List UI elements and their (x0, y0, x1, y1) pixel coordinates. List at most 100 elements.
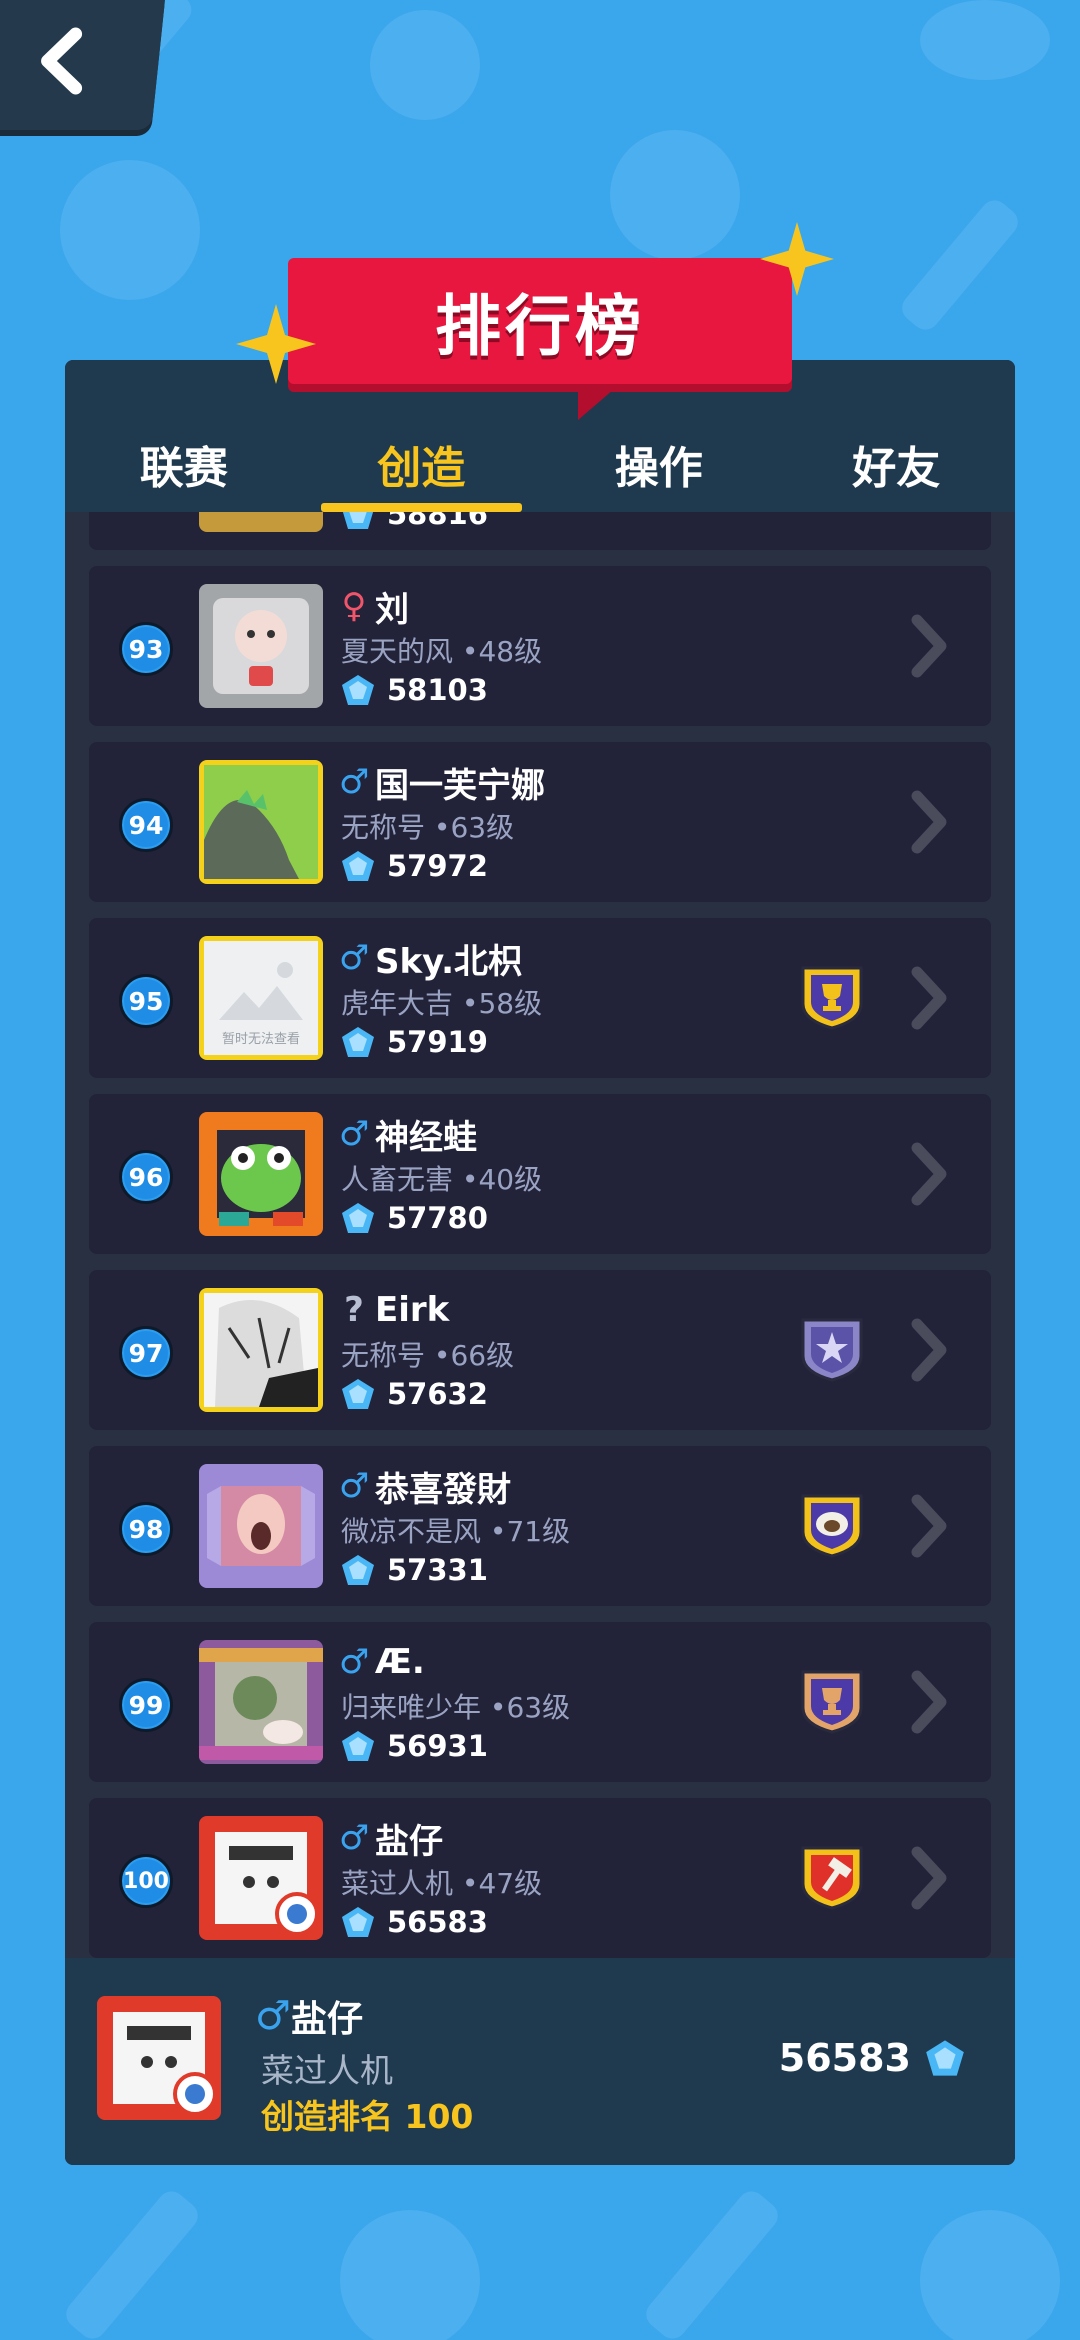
player-name: 神经蛙 (375, 1117, 477, 1158)
chevron-right-icon (911, 1846, 947, 1910)
blue-gem-icon (342, 675, 374, 705)
player-name: 刘 (375, 589, 409, 630)
rank-badge: 94 (119, 798, 173, 852)
list-item[interactable]: 96 ♂ 神经蛙 人畜无害 •40级 57780 (89, 1094, 991, 1254)
male-icon: ♂ (339, 762, 370, 802)
avatar (97, 1996, 221, 2120)
list-item[interactable]: 97 ? Eirk 无称号 •66级 57632 (89, 1270, 991, 1430)
male-icon: ♂ (339, 1114, 370, 1154)
player-name: Æ. (375, 1642, 425, 1682)
player-title: 无称号 (341, 1339, 426, 1372)
back-button[interactable] (0, 0, 165, 130)
blue-gem-icon (926, 2040, 964, 2076)
rank-badge: 97 (119, 1326, 173, 1380)
list-item[interactable]: 99 ♂ Æ. 归来唯少年 •63级 56931 (89, 1622, 991, 1782)
name-line: ♂ 恭喜發財 (339, 1464, 511, 1510)
score-line: 57632 (341, 1374, 488, 1414)
player-title: 人畜无害 (341, 1163, 454, 1196)
blue-gem-icon (342, 851, 374, 881)
name-line: ♂ Æ. (339, 1640, 425, 1684)
sheep-badge-icon[interactable] (799, 1492, 865, 1558)
rank-badge: 93 (119, 622, 173, 676)
blue-gem-icon (342, 1555, 374, 1585)
player-title-level: 夏天的风 •48级 (341, 630, 542, 670)
player-title: 夏天的风 (341, 635, 454, 668)
player-level: •66级 (433, 1339, 515, 1372)
name-line: ♀ 刘 (339, 584, 409, 630)
trophy-badge-icon[interactable] (799, 964, 865, 1030)
list-item[interactable]: 95 暂时无法查看 ♂ Sky.北枳 虎年大吉 •58级 57919 (89, 918, 991, 1078)
list-item[interactable]: 98 ♂ 恭喜發財 微凉不是风 •71级 57331 (89, 1446, 991, 1606)
male-icon: ♂ (339, 1642, 370, 1682)
score-line: 57780 (341, 1198, 488, 1238)
player-level: •71级 (489, 1515, 571, 1548)
self-player-title: 菜过人机 (261, 2051, 393, 2090)
star-badge-icon[interactable] (799, 1316, 865, 1382)
rank-badge: 100 (119, 1854, 173, 1908)
player-level: •63级 (433, 811, 515, 844)
list-item[interactable]: 93 ♀ 刘 夏天的风 •48级 58103 (89, 566, 991, 726)
sparkle-star-icon (760, 222, 834, 296)
avatar (199, 584, 323, 708)
chevron-right-icon (911, 790, 947, 854)
player-title-level: 归来唯少年 •63级 (341, 1686, 570, 1726)
score-value: 56583 (387, 1905, 488, 1939)
player-level: •47级 (461, 1867, 543, 1900)
trophy-badge-icon[interactable] (799, 1668, 865, 1734)
male-icon: ♂ (339, 1466, 370, 1506)
name-line: ♂ Sky.北枳 (339, 936, 523, 982)
player-title-level: 无称号 •66级 (341, 1334, 514, 1374)
blue-gem-icon (342, 1379, 374, 1409)
list-item[interactable]: 94 ♂ 国一芙宁娜 无称号 •63级 57972 (89, 742, 991, 902)
sparkle-star-icon (236, 304, 316, 384)
hammer-badge-icon[interactable] (799, 1844, 865, 1910)
male-icon: ♂ (339, 938, 370, 978)
blue-gem-icon (342, 1907, 374, 1937)
list-item[interactable]: 100 ♂ 盐仔 菜过人机 •47级 56583 (89, 1798, 991, 1958)
leaderboard-title-banner: 排行榜 (288, 258, 792, 420)
player-level: •58级 (461, 987, 543, 1020)
name-line: ♂ 盐仔 (339, 1816, 443, 1862)
chevron-right-icon (911, 1670, 947, 1734)
score-value: 57972 (387, 849, 488, 883)
self-name-line: ♂ 盐仔 (255, 1990, 363, 2042)
self-rank-text: 创造排名 100 (261, 2097, 474, 2136)
score-value: 57331 (387, 1553, 488, 1587)
avatar (199, 1640, 323, 1764)
score-value: 56931 (387, 1729, 488, 1763)
avatar (199, 1464, 323, 1588)
player-name: 盐仔 (375, 1821, 443, 1862)
name-line: ♂ 神经蛙 (339, 1112, 477, 1158)
chevron-left-icon (41, 27, 83, 95)
male-icon: ♂ (339, 1818, 370, 1858)
player-title: 菜过人机 (341, 1867, 454, 1900)
avatar (199, 1816, 323, 1940)
player-title: 微凉不是风 (341, 1515, 482, 1548)
player-title: 归来唯少年 (341, 1691, 482, 1724)
self-score-value: 56583 (778, 2036, 911, 2080)
blue-gem-icon (342, 1731, 374, 1761)
score-line: 57331 (341, 1550, 488, 1590)
male-icon: ♂ (255, 1993, 291, 2039)
name-line: ♂ 国一芙宁娜 (339, 760, 545, 806)
score-line: 57972 (341, 846, 488, 886)
my-rank-bar[interactable]: ♂ 盐仔 菜过人机 创造排名 100 56583 (65, 1958, 1015, 2165)
player-title-level: 人畜无害 •40级 (341, 1158, 542, 1198)
player-name: Sky.北枳 (375, 941, 523, 982)
unknown-gender-icon: ? (344, 1290, 364, 1330)
player-title-level: 虎年大吉 •58级 (341, 982, 542, 1022)
player-title-level: 微凉不是风 •71级 (341, 1510, 570, 1550)
chevron-right-icon (911, 966, 947, 1030)
self-score: 56583 (779, 2036, 965, 2080)
player-title-level: 菜过人机 •47级 (341, 1862, 542, 1902)
blue-gem-icon (342, 1027, 374, 1057)
chevron-right-icon (911, 1142, 947, 1206)
score-line: 56931 (341, 1726, 488, 1766)
female-icon: ♀ (341, 586, 367, 626)
player-level: •48级 (461, 635, 543, 668)
tab-friends[interactable]: 好友 (778, 360, 1016, 512)
leaderboard-list[interactable]: 58816 93 ♀ 刘 夏天的风 •48级 58103 94 ♂ 国一芙宁娜 … (65, 390, 1015, 2165)
rank-badge: 95 (119, 974, 173, 1028)
chevron-right-icon (911, 1318, 947, 1382)
chevron-right-icon (911, 1494, 947, 1558)
